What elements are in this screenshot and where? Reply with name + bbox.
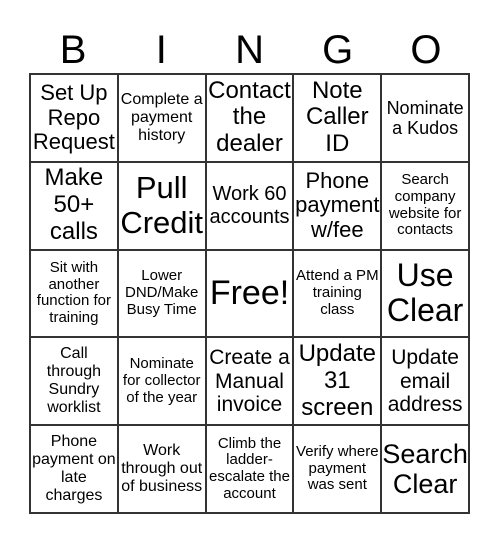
bingo-cell[interactable]: Nominate a Kudos [381,74,469,162]
bingo-cell[interactable]: Complete a payment history [117,74,206,162]
bingo-cell[interactable]: Contact the dealer [205,74,294,162]
bingo-cell[interactable]: Update email address [381,337,469,426]
bingo-cell[interactable]: Note Caller ID [293,74,382,162]
bingo-cell[interactable]: Create a Manual invoice [205,337,294,426]
bingo-cell[interactable]: Work 60 accounts [205,161,294,250]
bingo-cell[interactable]: Search Clear [381,425,469,513]
header-letter-n: N [235,28,264,72]
header-letter-g: G [322,28,354,72]
bingo-grid: Set Up Repo Request Complete a payment hi… [29,73,470,514]
bingo-cell[interactable]: Search company website for contacts [381,161,469,250]
header-letter-b: B [59,28,87,72]
bingo-header: B I N G O [29,26,470,74]
free-space-cell[interactable]: Free! [205,249,294,338]
bingo-cell[interactable]: Work through out of business [117,425,206,513]
bingo-cell[interactable]: Set Up Repo Request [30,74,118,162]
bingo-cell[interactable]: Make 50+ calls [30,161,118,250]
bingo-cell[interactable]: Update 31 screen [293,337,382,426]
bingo-cell[interactable]: Verify where payment was sent [293,425,382,513]
bingo-cell[interactable]: Call through Sundry worklist [30,337,118,426]
header-letter-o: O [410,28,442,72]
bingo-cell[interactable]: Phone payment w/fee [293,161,382,250]
bingo-cell[interactable]: Nominate for collector of the year [117,337,206,426]
bingo-cell[interactable]: Lower DND/Make Busy Time [117,249,206,338]
bingo-cell[interactable]: Attend a PM training class [293,249,382,338]
bingo-cell[interactable]: Phone payment on late charges [30,425,118,513]
bingo-cell[interactable]: Pull Credit [117,161,206,250]
bingo-cell[interactable]: Sit with another function for training [30,249,118,338]
header-letter-i: I [155,28,167,72]
bingo-cell[interactable]: Use Clear [381,249,469,338]
bingo-cell[interactable]: Climb the ladder-escalate the account [205,425,294,513]
